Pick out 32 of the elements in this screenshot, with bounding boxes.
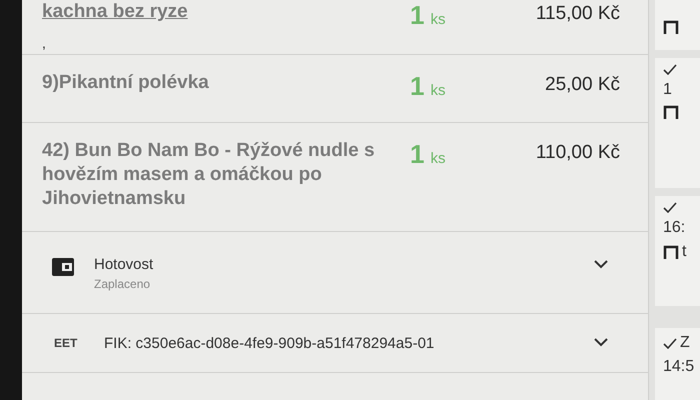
item-note: ,: [42, 36, 47, 48]
table-icon: [663, 245, 679, 259]
order-card[interactable]: 16: t: [655, 196, 700, 306]
payment-status: Zaplaceno: [94, 277, 152, 291]
unit: ks: [430, 150, 446, 167]
quantity: 1: [410, 139, 424, 170]
item-name: kachna bez ryze: [42, 0, 189, 24]
price: 115,00 Kč: [534, 2, 620, 26]
unit: ks: [430, 11, 446, 28]
order-status: Z: [680, 334, 690, 352]
table-icon: [663, 105, 679, 119]
price: 25,00 Kč: [544, 73, 620, 97]
order-time: 16:: [663, 219, 686, 237]
quantity: 1: [410, 71, 424, 102]
order-card[interactable]: 1: [655, 58, 700, 188]
item-name: 9)Pikantní polévka: [42, 71, 210, 95]
chevron-icon[interactable]: [594, 260, 608, 269]
order-time: 1: [663, 81, 673, 99]
price: 110,00 Kč: [534, 141, 620, 165]
unit: ks: [430, 82, 446, 99]
quantity: 1: [410, 0, 424, 31]
fik-code: FIK: c350e6ac-d08e-4fe9-909b-a51f478294a5-01: [104, 334, 436, 352]
order-card[interactable]: Z 14:5: [655, 328, 700, 400]
item-name: 42) Bun Bo Nam Bo - Rýžové nudle s hovězím masem a omáčkou po Jihovietnamsku: [42, 139, 376, 211]
wallet-icon: [52, 258, 74, 276]
order-time: 14:5: [663, 358, 696, 376]
eet-label: EET: [54, 336, 78, 350]
payment-method: Hotovost: [94, 256, 154, 273]
chevron-icon[interactable]: [594, 338, 608, 347]
table-label: t: [682, 243, 686, 261]
order-card[interactable]: [655, 0, 700, 50]
table-icon: [663, 20, 679, 34]
